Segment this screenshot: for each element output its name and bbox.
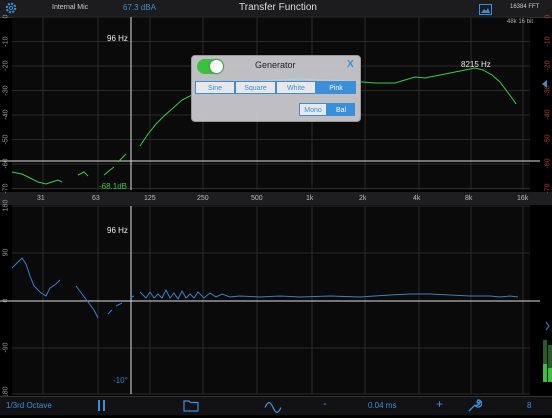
average-count[interactable]: 8 bbox=[527, 401, 531, 410]
bottom-toolbar: 1/3rd Octave - 0.04 ms + 8 bbox=[0, 396, 552, 415]
frequency-tick: 63 bbox=[92, 195, 100, 202]
magnitude-y-tick: -30 bbox=[2, 84, 10, 96]
frequency-tick: 500 bbox=[251, 195, 263, 202]
expand-chevron-icon[interactable] bbox=[545, 321, 550, 331]
phase-cursor-value: -10° bbox=[113, 376, 128, 385]
magnitude-y-tick: -40 bbox=[2, 109, 10, 120]
generator-close-button[interactable]: X bbox=[347, 59, 354, 70]
sample-info-label: 48k 16 bit bbox=[507, 19, 534, 25]
signal-option-sine[interactable]: Sine bbox=[195, 81, 235, 94]
magnitude-y-tick: -10 bbox=[2, 35, 10, 47]
magnitude-cursor-value: -68.1dB bbox=[99, 182, 128, 191]
frequency-tick: 8k bbox=[465, 195, 473, 202]
phase-y-tick: 180 bbox=[2, 199, 10, 212]
wrench-icon[interactable] bbox=[467, 398, 483, 418]
waveform-icon[interactable] bbox=[264, 400, 282, 418]
magnitude-y-tick: -50 bbox=[2, 133, 10, 145]
phase-cursor-frequency: 96 Hz bbox=[107, 226, 128, 235]
phase-y-tick: -90 bbox=[2, 342, 10, 353]
right-scale-tick: -70 bbox=[544, 182, 552, 194]
delay-decrement-button[interactable]: - bbox=[323, 398, 327, 410]
magnitude-y-tick: 0 bbox=[2, 14, 10, 19]
magnitude-y-tick: -20 bbox=[2, 60, 10, 71]
phase-y-tick: 90 bbox=[2, 248, 10, 257]
right-scale-tick: -30 bbox=[544, 84, 552, 96]
frequency-tick: 1k bbox=[306, 195, 314, 202]
right-scale-tick: -20 bbox=[544, 60, 552, 71]
generator-panel: Generator X Sine Square White Pink Mono … bbox=[191, 55, 361, 122]
frequency-tick: 250 bbox=[197, 195, 209, 202]
signal-option-square[interactable]: Square bbox=[235, 81, 276, 94]
generator-title: Generator bbox=[255, 60, 296, 70]
pause-icon[interactable] bbox=[97, 399, 107, 417]
right-scale-tick: -40 bbox=[544, 109, 552, 120]
generator-toggle[interactable] bbox=[197, 59, 224, 74]
peak-frequency-label: 8215 Hz bbox=[461, 60, 491, 69]
channel-option-mono[interactable]: Mono bbox=[299, 103, 327, 116]
phase-y-tick: 0 bbox=[2, 298, 10, 303]
right-scale-tick: -50 bbox=[544, 133, 552, 145]
frequency-tick: 125 bbox=[144, 195, 156, 202]
frequency-tick: 2k bbox=[359, 195, 367, 202]
right-scale-tick: -60 bbox=[544, 158, 552, 169]
signal-option-white[interactable]: White bbox=[276, 81, 316, 94]
signal-option-pink[interactable]: Pink bbox=[316, 81, 356, 94]
magnitude-cursor-frequency: 96 Hz bbox=[107, 34, 128, 43]
frequency-tick: 16k bbox=[517, 195, 529, 202]
folder-icon[interactable] bbox=[183, 399, 199, 417]
right-scale-tick: -10 bbox=[544, 35, 552, 47]
right-scale-tick: 0 bbox=[544, 14, 552, 19]
magnitude-y-tick: -60 bbox=[2, 158, 10, 169]
delay-readout: 0.04 ms bbox=[368, 401, 397, 410]
frequency-tick: 4k bbox=[413, 195, 421, 202]
averaging-selector[interactable]: 1/3rd Octave bbox=[6, 401, 52, 410]
delay-increment-button[interactable]: + bbox=[436, 397, 443, 411]
frequency-tick: 31 bbox=[37, 195, 45, 202]
channel-option-bal[interactable]: Bal bbox=[327, 103, 355, 116]
